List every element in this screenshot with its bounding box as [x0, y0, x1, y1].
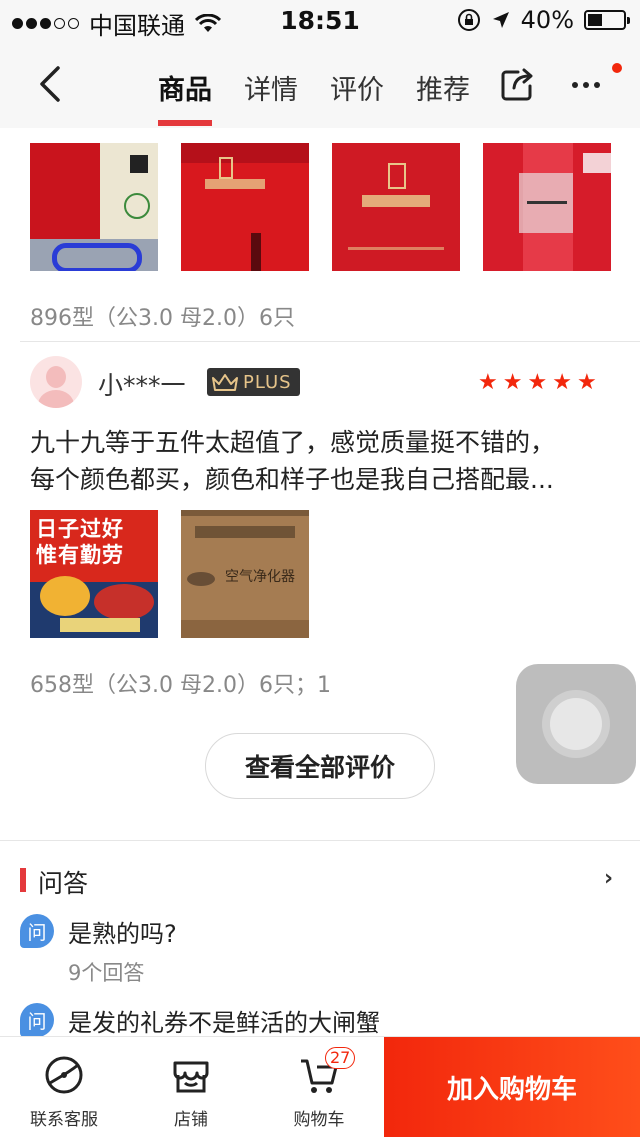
- rotation-lock-icon: [457, 9, 480, 31]
- question-text[interactable]: 是发的礼券不是鲜活的大闸蟹: [68, 1003, 380, 1038]
- review-username: 小***一: [98, 371, 186, 400]
- review-image-1[interactable]: [30, 143, 158, 271]
- customer-service-icon: [45, 1056, 83, 1094]
- more-menu-icon[interactable]: [572, 82, 600, 88]
- store-icon: [173, 1061, 209, 1093]
- review-images: [30, 143, 611, 271]
- review-images: 日子过好 惟有勤劳 空气净化器: [30, 510, 309, 638]
- customer-service-button[interactable]: 联系客服: [14, 1053, 114, 1130]
- box-label: 空气净化器: [225, 569, 295, 585]
- divider: [20, 341, 640, 342]
- store-button[interactable]: 店铺: [141, 1053, 241, 1130]
- star-icon: ★: [552, 370, 572, 395]
- back-arrow-icon[interactable]: [30, 62, 70, 106]
- bottom-action-bar: 联系客服 店铺 27 购物车 加入购物车: [0, 1036, 640, 1137]
- assistive-touch-button[interactable]: [516, 664, 636, 784]
- status-bar: 中国联通 18:51 40%: [0, 0, 640, 40]
- store-label: 店铺: [174, 1110, 208, 1130]
- see-all-reviews-button[interactable]: 查看全部评价: [205, 733, 435, 799]
- customer-service-label: 联系客服: [30, 1110, 98, 1130]
- question-icon: 问: [20, 914, 54, 948]
- section-divider: [0, 840, 640, 841]
- review-image-poster[interactable]: 日子过好 惟有勤劳: [30, 510, 158, 638]
- star-icon: ★: [478, 370, 498, 395]
- review-image-2[interactable]: [181, 143, 309, 271]
- tab-bar: 商品 详情 评价 推荐: [158, 68, 470, 128]
- plus-member-badge: PLUS: [207, 368, 300, 396]
- cart-button[interactable]: 27 购物车: [269, 1047, 369, 1130]
- star-icon: ★: [527, 370, 548, 395]
- plus-badge-label: PLUS: [243, 371, 292, 393]
- review-text-line-1: 九十九等于五件太超值了，感觉质量挺不错的，: [30, 428, 556, 457]
- tab-reviews[interactable]: 评价: [330, 68, 384, 128]
- tab-recommend[interactable]: 推荐: [416, 68, 470, 128]
- question-icon: 问: [20, 1003, 54, 1037]
- battery-percent: 40%: [520, 6, 574, 34]
- status-right: 40%: [457, 6, 630, 34]
- add-to-cart-button[interactable]: 加入购物车: [384, 1037, 640, 1137]
- star-icon: ★: [576, 370, 597, 395]
- chevron-right-icon[interactable]: ›: [604, 866, 613, 891]
- cart-count-badge: 27: [325, 1047, 356, 1069]
- review-text-line-2: 每个颜色都买，颜色和样子也是我自己搭配最...: [30, 465, 554, 494]
- share-icon[interactable]: [500, 66, 536, 102]
- notification-dot: [612, 63, 622, 73]
- review-image-3[interactable]: [332, 143, 460, 271]
- location-arrow-icon: [492, 12, 509, 28]
- battery-icon: [584, 10, 630, 30]
- qa-section-title[interactable]: 问答: [38, 864, 88, 900]
- crown-icon: [212, 374, 238, 391]
- cart-label: 购物车: [293, 1110, 345, 1130]
- avatar: [30, 356, 82, 408]
- review-image-box[interactable]: 空气净化器: [181, 510, 309, 638]
- review-text: 九十九等于五件太超值了，感觉质量挺不错的， 每个颜色都买，颜色和样子也是我自己搭…: [30, 424, 620, 498]
- poster-line-1: 日子过好: [36, 517, 124, 541]
- review-image-4[interactable]: [483, 143, 611, 271]
- poster-line-2: 惟有勤劳: [36, 543, 124, 567]
- star-icon: ★: [502, 370, 523, 395]
- qa-accent-bar: [20, 868, 26, 892]
- question-text[interactable]: 是熟的吗?: [68, 914, 177, 949]
- nav-bar: 商品 详情 评价 推荐: [0, 40, 640, 128]
- answer-count: 9个回答: [68, 961, 145, 985]
- star-rating: ★ ★ ★ ★ ★: [478, 371, 597, 395]
- tab-details[interactable]: 详情: [244, 68, 298, 128]
- review-spec: 658型（公3.0 母2.0）6只；1: [30, 673, 331, 698]
- review-spec: 896型（公3.0 母2.0）6只: [30, 306, 295, 331]
- tab-product[interactable]: 商品: [158, 68, 212, 128]
